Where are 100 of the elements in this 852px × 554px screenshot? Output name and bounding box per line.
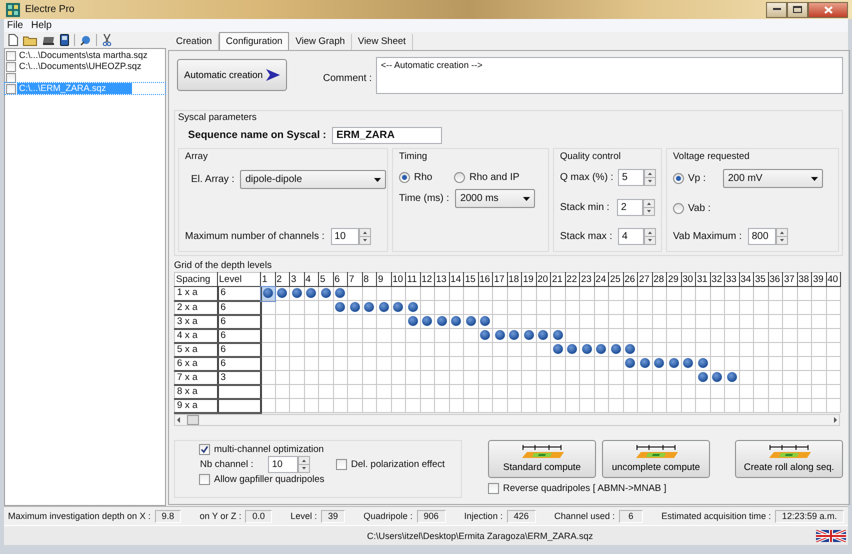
sequence-name-field[interactable]: ERM_ZARA [332,126,442,144]
minimize-button[interactable] [766,2,787,18]
status-label: Estimated acquisition time : [661,511,771,521]
cut-icon[interactable] [102,34,112,46]
compute-button[interactable]: Create roll along seq. [735,440,843,478]
electrode-dot [335,288,346,298]
radio-button[interactable] [673,173,684,184]
menu-item[interactable]: Help [31,20,52,32]
pin-icon[interactable] [80,34,91,46]
tab[interactable]: View Graph [289,34,352,50]
electrode-array-icon [634,445,678,458]
column-header: 22 [565,272,580,286]
tab[interactable]: View Sheet [352,34,413,50]
section-title: Grid of the depth levels [174,260,273,272]
field-label: Vab Maximum : [673,231,742,242]
scroll-thumb[interactable] [187,414,199,424]
left-arrow-icon[interactable] [175,416,183,424]
list-row[interactable]: C:\...\Documents\sta martha.sqz [5,50,165,61]
checkbox[interactable] [336,459,347,470]
checkbox[interactable] [199,444,210,455]
spin-button[interactable] [358,228,371,245]
status-label: Injection : [464,511,503,521]
number-field[interactable]: 10 [268,456,298,473]
file-path: C:\Users\itzel\Desktop\Ermita Zaragoza\ERM_ZARA.sqz [366,530,594,540]
column-header: 11 [406,272,420,286]
electrode-dot [408,316,418,326]
radio-button[interactable] [399,172,410,183]
horizontal-scrollbar[interactable] [174,414,840,426]
electrode-dot [538,330,548,340]
column-header: 13 [434,272,449,286]
caret-icon [811,176,818,180]
checkbox[interactable] [6,84,16,94]
electrode-dot [552,330,563,340]
dropdown[interactable]: 2000 ms [455,189,536,208]
spin-button[interactable] [643,198,655,216]
electrode-dot [335,302,346,312]
field-label: Stack min : [560,202,610,212]
column-header: 24 [594,272,608,286]
field-label: Q max (%) : [560,172,612,183]
document-icon[interactable] [60,34,69,46]
electrode-dot [306,288,316,298]
column-header: 4 [304,272,318,286]
column-header: 23 [580,272,594,286]
number-field[interactable]: 800 [748,228,776,245]
status-value: 12:23:59 a.m. [774,510,844,522]
compute-button[interactable]: uncomplete compute [602,440,710,478]
electrode-dot [480,330,490,340]
radio-label: Vab : [688,202,711,214]
status-label: Quadripole : [364,511,413,521]
electrode-dot [683,358,694,368]
list-row[interactable]: C:\...\Documents\UHEOZP.sqz [5,61,165,72]
tab[interactable]: Configuration [218,32,290,50]
dropdown[interactable]: 200 mV [723,169,823,188]
spin-button[interactable] [298,456,310,473]
new-file-icon[interactable] [8,34,18,46]
checkbox[interactable] [199,474,210,485]
group-title: Timing [399,151,428,164]
sequence-label: Sequence name on Syscal : [188,129,326,141]
number-field[interactable]: 10 [330,228,359,245]
group-title: Quality control [560,151,622,164]
automatic-creation-button[interactable]: Automatic creation [177,59,287,91]
radio-button[interactable] [673,202,684,214]
radio-button[interactable] [454,172,466,183]
column-header: 34 [739,272,754,286]
electrode-dot [436,316,447,326]
field-label: Stack max : [560,231,612,242]
number-field[interactable]: 2 [617,198,643,216]
column-header: Level [218,272,260,286]
electrode-dot [625,358,636,368]
path-item[interactable]: C:\...\Documents\UHEOZP.sqz [17,61,144,72]
electrode-array-icon [767,445,811,458]
spin-button[interactable] [776,228,788,245]
checkbox-label: multi-channel optimization [214,444,324,455]
folder-icon[interactable] [23,34,37,46]
compute-button[interactable]: Standard compute [488,440,596,478]
spin-button[interactable] [644,169,656,186]
maximize-button[interactable] [787,2,808,18]
grid-cell[interactable] [260,286,275,300]
checkbox[interactable] [488,483,499,494]
checkbox[interactable] [6,72,16,82]
spin-button[interactable] [644,228,656,245]
menu-item[interactable]: File [7,20,24,32]
hard-drive-icon[interactable] [42,35,55,45]
electrode-dot [263,288,273,298]
path-item[interactable]: C:\...\Documents\sta martha.sqz [17,50,150,61]
depth-grid[interactable]: Spacing Level 1 2 3 4 5 6 7 8 9 10 11 12 13 14 15 16 17 18 19 20 21 22 23 24 25 26 27 28 29 30 31 32 33 34 35 36 37 38 39 40 1 x a 6 2 x a 6 3 x a 6 4 x a 6 5 x a 6 6 x a 6 7 x a 3 8 x a 9 x a [174,272,841,414]
electrode-dot [596,344,606,354]
comment-field[interactable]: <-- Automatic creation --> [376,56,843,94]
column-header: 36 [768,272,782,286]
column-header: 37 [782,272,797,286]
dropdown[interactable]: dipole-dipole [240,170,386,189]
checkbox[interactable] [6,50,16,60]
close-button[interactable] [808,2,848,18]
table-cell: 1 x a [174,286,218,300]
checkbox[interactable] [6,62,16,72]
electrode-dot [378,302,389,312]
electrode-dot [668,358,679,368]
electrode-dot [654,358,664,368]
number-field[interactable]: 5 [618,169,644,186]
number-field[interactable]: 4 [618,228,644,245]
